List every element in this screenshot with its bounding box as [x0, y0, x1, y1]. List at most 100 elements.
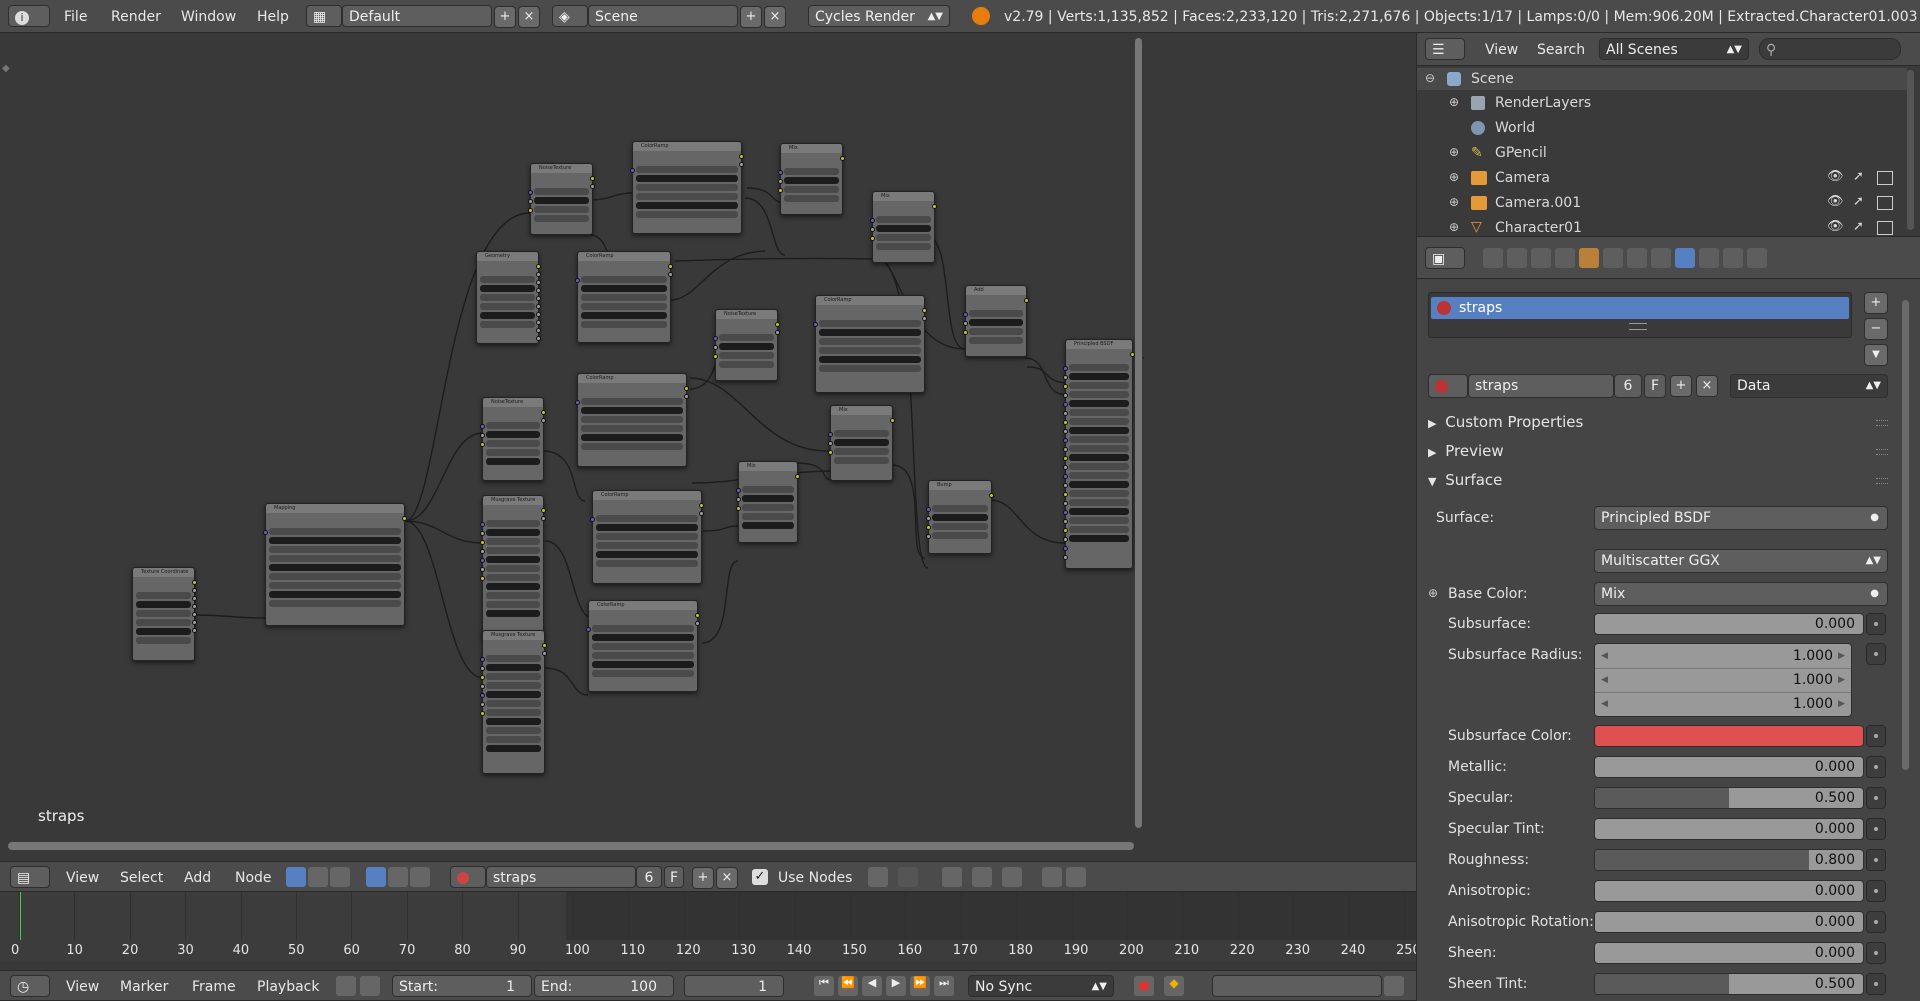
node-field[interactable] [596, 560, 698, 567]
node-colorramp[interactable]: ColorRamp [630, 141, 744, 234]
node-field[interactable] [969, 310, 1023, 317]
output-socket[interactable] [541, 418, 546, 423]
node-field[interactable] [581, 321, 667, 328]
roughness-slider[interactable]: 0.800 [1594, 849, 1864, 871]
node-field[interactable] [592, 625, 694, 632]
outliner-search-input[interactable]: ⚲ [1759, 38, 1901, 60]
input-socket[interactable] [480, 558, 485, 563]
input-socket[interactable] [263, 530, 268, 535]
subsurface-radius-x[interactable]: ◀ 1.000 ▶ [1595, 644, 1851, 669]
input-socket[interactable] [1063, 519, 1068, 524]
node-field[interactable] [581, 276, 667, 283]
node-colorramp[interactable]: ColorRamp [590, 490, 704, 584]
socket-link-button[interactable] [1866, 756, 1886, 778]
anisotropic-slider[interactable]: 0.000 [1594, 880, 1864, 902]
constraints-tab-icon[interactable] [1603, 248, 1623, 268]
editor-type-node[interactable]: ▤ [10, 866, 50, 888]
output-socket[interactable] [739, 154, 744, 159]
input-socket[interactable] [926, 507, 931, 512]
output-socket[interactable] [536, 272, 541, 277]
drag-handle-icon[interactable] [1876, 449, 1888, 455]
input-socket[interactable] [713, 345, 718, 350]
output-socket[interactable] [536, 280, 541, 285]
delete-layout-button[interactable]: × [518, 6, 540, 28]
editor-type-properties[interactable]: ▣ [1425, 247, 1465, 269]
render-icon[interactable] [1877, 221, 1893, 235]
node-field[interactable] [1069, 391, 1129, 398]
input-socket[interactable] [1063, 411, 1068, 416]
node-title[interactable]: ColorRamp [816, 296, 924, 305]
node-field[interactable] [784, 168, 839, 175]
add-scene-button[interactable]: + [740, 6, 762, 28]
outliner-row-gpencil[interactable]: ⊕ ✎ GPencil [1417, 142, 1907, 164]
node-title[interactable]: Mix [831, 406, 892, 415]
node-title[interactable]: ColorRamp [593, 491, 701, 500]
output-socket[interactable] [684, 386, 689, 391]
node-musgrave-texture[interactable]: Musgrave Texture [480, 495, 546, 639]
screen-layout-type[interactable]: ▦ [306, 5, 342, 27]
insert-keyframe-icon[interactable] [1384, 976, 1404, 996]
input-socket[interactable] [480, 657, 485, 662]
output-socket[interactable] [402, 516, 407, 521]
jump-keyframe-back-icon[interactable]: ⏪ [838, 976, 858, 996]
node-title[interactable]: Texture Coordinate [133, 568, 194, 577]
input-socket[interactable] [778, 188, 783, 193]
node-field[interactable] [1069, 454, 1129, 461]
node-field[interactable] [1069, 436, 1129, 443]
input-socket[interactable] [480, 567, 485, 572]
node-field[interactable] [534, 197, 589, 204]
node-field[interactable] [969, 328, 1023, 335]
modifiers-tab-icon[interactable] [1627, 248, 1647, 268]
node-field[interactable] [1069, 508, 1129, 515]
cursor-icon[interactable]: ➚ [1853, 194, 1864, 209]
input-socket[interactable] [963, 330, 968, 335]
output-socket[interactable] [542, 651, 547, 656]
input-socket[interactable] [870, 227, 875, 232]
preview-range-icon[interactable] [336, 976, 356, 996]
output-socket[interactable] [775, 322, 780, 327]
node-noisetexture[interactable]: NoiseTexture [713, 309, 780, 381]
node-field[interactable] [636, 184, 738, 191]
output-socket[interactable] [1024, 298, 1029, 303]
base-color-input[interactable]: Mix ● [1594, 582, 1888, 606]
play-icon[interactable]: ▶ [886, 976, 906, 996]
output-socket[interactable] [541, 508, 546, 513]
node-menu-select[interactable]: Select [120, 867, 163, 889]
add-layout-button[interactable]: + [494, 6, 516, 28]
editor-type-info[interactable]: i [8, 5, 50, 27]
material-slot-specials-button[interactable]: ▼ [1864, 344, 1888, 366]
node-field[interactable] [136, 610, 191, 617]
node-field[interactable] [784, 186, 839, 193]
node-field[interactable] [486, 458, 540, 465]
node-field[interactable] [486, 736, 541, 743]
output-socket[interactable] [590, 176, 595, 181]
node-field[interactable] [932, 523, 988, 530]
node-field[interactable] [876, 234, 931, 241]
input-socket[interactable] [736, 488, 741, 493]
node-field[interactable] [636, 211, 738, 218]
data-tab-icon[interactable] [1651, 248, 1671, 268]
specular-slider[interactable]: 0.500 [1594, 787, 1864, 809]
node-title[interactable]: ColorRamp [589, 601, 697, 610]
surface-shader-select[interactable]: Principled BSDF ● [1594, 506, 1888, 530]
input-socket[interactable] [926, 516, 931, 521]
parent-node-icon[interactable] [898, 867, 918, 887]
node-field[interactable] [480, 285, 535, 292]
node-colorramp[interactable]: ColorRamp [586, 600, 700, 692]
node-field[interactable] [486, 664, 541, 671]
node-field[interactable] [592, 652, 694, 659]
world-tab-icon[interactable] [1555, 248, 1575, 268]
node-field[interactable] [1069, 373, 1129, 380]
node-field[interactable] [932, 505, 988, 512]
particles-tab-icon[interactable] [1723, 248, 1743, 268]
node-field[interactable] [269, 582, 401, 589]
input-socket[interactable] [480, 702, 485, 707]
expand-icon[interactable]: ⊕ [1449, 145, 1459, 159]
output-socket[interactable] [536, 296, 541, 301]
input-socket[interactable] [590, 517, 595, 522]
node-texture-coordinate[interactable]: Texture Coordinate [132, 567, 197, 661]
node-title[interactable]: Principled BSDF [1066, 340, 1132, 349]
node-field[interactable] [819, 320, 921, 327]
output-socket[interactable] [541, 516, 546, 521]
input-socket[interactable] [480, 424, 485, 429]
